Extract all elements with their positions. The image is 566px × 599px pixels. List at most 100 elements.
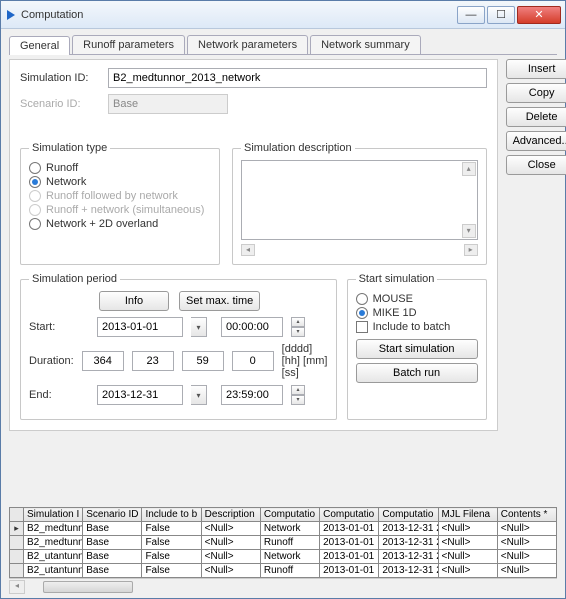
radio-network-2d[interactable]: Network + 2D overland [29, 218, 211, 230]
close-panel-button[interactable]: Close [506, 155, 566, 175]
table-cell[interactable]: <Null> [438, 522, 497, 536]
col-comp1[interactable]: Computatio [260, 508, 319, 522]
table-cell[interactable]: B2_utantunno [24, 550, 83, 564]
tab-network-summary[interactable]: Network summary [310, 35, 421, 54]
table-cell[interactable]: Runoff [260, 536, 319, 550]
row-header[interactable] [10, 522, 24, 536]
scroll-down-icon[interactable]: ▾ [462, 224, 476, 238]
col-description[interactable]: Description [201, 508, 260, 522]
minimize-button[interactable]: — [457, 6, 485, 24]
table-cell[interactable]: 2013-12-31 2 [379, 522, 438, 536]
end-time-spin-up[interactable]: ▴ [291, 385, 305, 395]
table-cell[interactable]: <Null> [497, 522, 556, 536]
end-time-spin-down[interactable]: ▾ [291, 395, 305, 405]
table-cell[interactable]: 2013-12-31 2 [379, 536, 438, 550]
hscroll-left-icon[interactable]: ◂ [9, 580, 25, 594]
tab-network-parameters[interactable]: Network parameters [187, 35, 308, 54]
start-date-input[interactable] [97, 317, 183, 337]
start-time-spin-down[interactable]: ▾ [291, 327, 305, 337]
insert-button[interactable]: Insert [506, 59, 566, 79]
table-row[interactable]: B2_utantunnoBaseFalse<Null>Runoff2013-01… [10, 564, 557, 578]
table-cell[interactable]: <Null> [438, 564, 497, 578]
table-cell[interactable]: Base [83, 550, 142, 564]
tab-general[interactable]: General [9, 36, 70, 55]
batch-run-button[interactable]: Batch run [356, 363, 478, 383]
delete-button[interactable]: Delete [506, 107, 566, 127]
table-cell[interactable]: False [142, 522, 201, 536]
table-cell[interactable]: Base [83, 564, 142, 578]
row-header[interactable] [10, 550, 24, 564]
table-row[interactable]: B2_medtunnoBaseFalse<Null>Network2013-01… [10, 522, 557, 536]
table-cell[interactable]: B2_medtunno [24, 522, 83, 536]
start-time-input[interactable] [221, 317, 283, 337]
table-cell[interactable]: 2013-01-01 [320, 536, 379, 550]
row-header[interactable] [10, 536, 24, 550]
maximize-button[interactable]: ☐ [487, 6, 515, 24]
table-cell[interactable]: 2013-01-01 [320, 522, 379, 536]
sim-desc-textarea[interactable]: ▴ ▾ [241, 160, 478, 240]
col-scenario[interactable]: Scenario ID [83, 508, 142, 522]
start-time-spin-up[interactable]: ▴ [291, 317, 305, 327]
advanced-button[interactable]: Advanced... [506, 131, 566, 151]
table-cell[interactable]: <Null> [201, 550, 260, 564]
table-cell[interactable]: <Null> [438, 550, 497, 564]
col-comp3[interactable]: Computatio [379, 508, 438, 522]
table-cell[interactable]: Network [260, 522, 319, 536]
radio-mouse[interactable]: MOUSE [356, 293, 478, 305]
set-max-time-button[interactable]: Set max. time [179, 291, 260, 311]
table-cell[interactable]: <Null> [497, 536, 556, 550]
dur-secs-input[interactable] [232, 351, 274, 371]
close-button[interactable]: ✕ [517, 6, 561, 24]
results-table[interactable]: Simulation I Scenario ID Include to b De… [9, 507, 557, 578]
end-time-input[interactable] [221, 385, 283, 405]
table-cell[interactable]: 2013-01-01 [320, 550, 379, 564]
end-date-dropdown-icon[interactable]: ▾ [191, 385, 207, 405]
table-cell[interactable]: False [142, 536, 201, 550]
row-header[interactable] [10, 564, 24, 578]
table-cell[interactable]: <Null> [497, 564, 556, 578]
col-contents[interactable]: Contents * [497, 508, 556, 522]
table-cell[interactable]: <Null> [201, 564, 260, 578]
col-include[interactable]: Include to b [142, 508, 201, 522]
include-to-batch-check[interactable]: Include to batch [356, 321, 478, 333]
hscroll-thumb[interactable] [43, 581, 133, 593]
start-date-dropdown-icon[interactable]: ▾ [191, 317, 207, 337]
col-simulation[interactable]: Simulation I [24, 508, 83, 522]
start-simulation-button[interactable]: Start simulation [356, 339, 478, 359]
radio-runoff[interactable]: Runoff [29, 162, 211, 174]
col-comp2[interactable]: Computatio [320, 508, 379, 522]
table-cell[interactable]: 2013-12-31 2 [379, 564, 438, 578]
table-cell[interactable]: Network [260, 550, 319, 564]
info-button[interactable]: Info [99, 291, 169, 311]
tab-runoff-parameters[interactable]: Runoff parameters [72, 35, 185, 54]
table-cell[interactable]: B2_medtunno [24, 536, 83, 550]
table-cell[interactable]: <Null> [201, 536, 260, 550]
table-cell[interactable]: 2013-12-31 2 [379, 550, 438, 564]
table-cell[interactable]: 2013-01-01 [320, 564, 379, 578]
dur-days-input[interactable] [82, 351, 124, 371]
table-cell[interactable]: <Null> [201, 522, 260, 536]
horizontal-scrollbar[interactable]: ◂ [9, 578, 557, 594]
dur-hours-input[interactable] [132, 351, 174, 371]
table-row[interactable]: B2_utantunnoBaseFalse<Null>Network2013-0… [10, 550, 557, 564]
table-cell[interactable]: Runoff [260, 564, 319, 578]
table-cell[interactable]: <Null> [497, 550, 556, 564]
table-cell[interactable]: <Null> [438, 536, 497, 550]
radio-network[interactable]: Network [29, 176, 211, 188]
scroll-right-icon[interactable]: ▸ [464, 244, 478, 256]
scroll-up-icon[interactable]: ▴ [462, 162, 476, 176]
table-cell[interactable]: B2_utantunno [24, 564, 83, 578]
radio-mike1d[interactable]: MIKE 1D [356, 307, 478, 319]
table-cell[interactable]: Base [83, 522, 142, 536]
copy-button[interactable]: Copy [506, 83, 566, 103]
table-row[interactable]: B2_medtunnoBaseFalse<Null>Runoff2013-01-… [10, 536, 557, 550]
dur-mins-input[interactable] [182, 351, 224, 371]
table-cell[interactable]: Base [83, 536, 142, 550]
col-mjl[interactable]: MJL Filena [438, 508, 497, 522]
table-cell[interactable]: False [142, 550, 201, 564]
titlebar[interactable]: Computation — ☐ ✕ [1, 1, 565, 29]
scroll-left-icon[interactable]: ◂ [241, 244, 255, 256]
end-date-input[interactable] [97, 385, 183, 405]
table-cell[interactable]: False [142, 564, 201, 578]
sim-id-input[interactable] [108, 68, 487, 88]
